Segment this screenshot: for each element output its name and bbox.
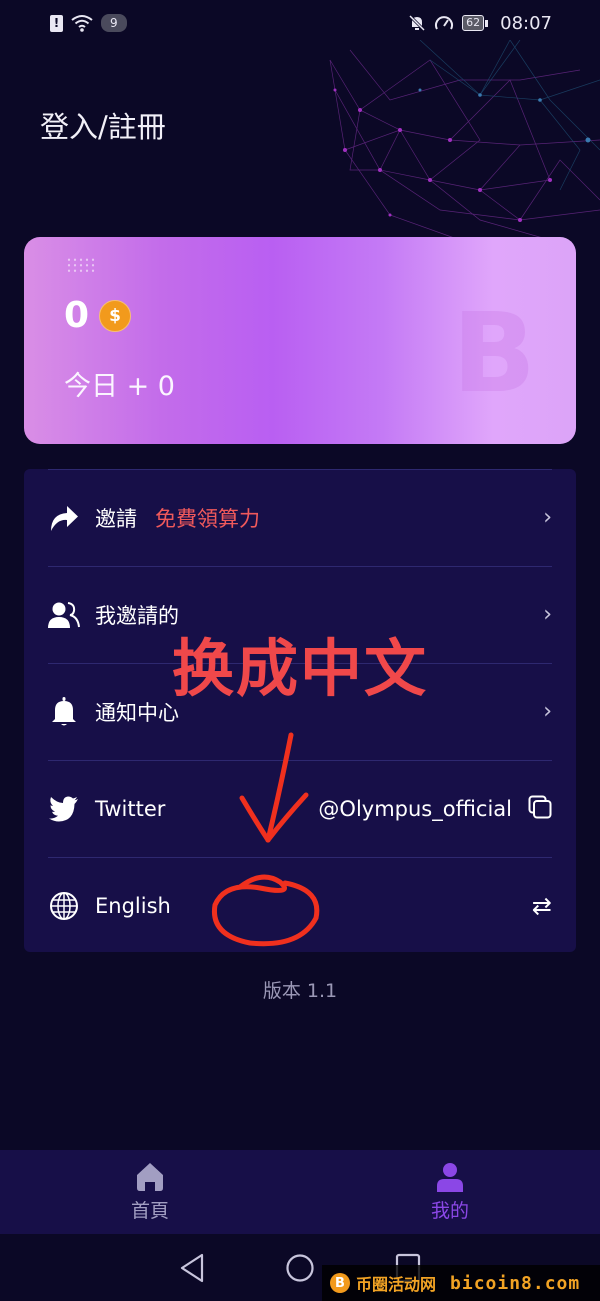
current-language: English bbox=[95, 893, 171, 918]
watermark-site-name: 币圈活动网 bbox=[356, 1275, 437, 1294]
menu-item-label: 邀請 bbox=[95, 506, 137, 531]
menu-item-language[interactable]: English ⇄ bbox=[48, 857, 552, 954]
balance-amount: 0 bbox=[64, 295, 90, 336]
twitter-icon bbox=[48, 793, 80, 825]
tab-home[interactable]: 首頁 bbox=[0, 1150, 300, 1234]
menu-list: 邀請 免費領算力 › 我邀請的 › 通知中心 › Twitter @Olympu… bbox=[24, 469, 576, 952]
version-label: 版本 1.1 bbox=[262, 980, 338, 1002]
menu-item-twitter[interactable]: Twitter @Olympus_official bbox=[48, 760, 552, 857]
menu-item-invite[interactable]: 邀請 免費領算力 › bbox=[48, 469, 552, 566]
login-register-link[interactable]: 登入/註冊 bbox=[40, 104, 166, 146]
twitter-handle: @Olympus_official bbox=[318, 796, 512, 821]
menu-item-label: Twitter bbox=[95, 796, 166, 821]
battery-indicator: 62 bbox=[462, 15, 489, 31]
network-globe-decoration bbox=[329, 40, 600, 241]
copy-icon[interactable] bbox=[528, 795, 552, 823]
chevron-right-icon: › bbox=[543, 699, 552, 724]
watermark-url: bicoin8.com bbox=[450, 1272, 581, 1294]
tab-home-label: 首頁 bbox=[130, 1199, 169, 1222]
bitcoin-watermark-icon: B bbox=[452, 289, 536, 417]
bitcoin-logo-icon: B bbox=[330, 1273, 350, 1293]
coin-icon: $ bbox=[99, 299, 132, 332]
bottom-nav: 首頁 我的 bbox=[0, 1150, 600, 1234]
share-icon bbox=[48, 502, 80, 534]
users-icon bbox=[48, 599, 80, 631]
today-earnings: 今日 + 0 bbox=[64, 371, 175, 402]
sim-alert-icon: ! bbox=[50, 14, 63, 32]
promo-text: 免費領算力 bbox=[155, 506, 260, 531]
clock: 08:07 bbox=[500, 12, 552, 34]
wifi-icon bbox=[71, 15, 93, 32]
tab-mine-label: 我的 bbox=[430, 1199, 469, 1222]
globe-icon bbox=[48, 890, 80, 922]
user-icon bbox=[437, 1162, 463, 1192]
menu-item-notifications[interactable]: 通知中心 › bbox=[48, 663, 552, 760]
balance-card: B 0 $ 今日 + 0 bbox=[24, 237, 576, 444]
menu-item-label: 我邀請的 bbox=[95, 603, 179, 628]
menu-item-my-invites[interactable]: 我邀請的 › bbox=[48, 566, 552, 663]
bell-icon bbox=[48, 696, 80, 728]
back-icon[interactable] bbox=[179, 1253, 205, 1283]
notification-count-badge: 9 bbox=[101, 14, 127, 32]
site-watermark: B 币圈活动网 bicoin8.com bbox=[322, 1265, 600, 1301]
menu-item-label: 通知中心 bbox=[95, 700, 179, 725]
home-icon bbox=[137, 1162, 163, 1191]
chevron-right-icon: › bbox=[543, 602, 552, 627]
speedometer-icon bbox=[435, 16, 454, 30]
mute-bell-icon bbox=[409, 14, 426, 32]
swap-icon[interactable]: ⇄ bbox=[532, 892, 552, 920]
chevron-right-icon: › bbox=[543, 505, 552, 530]
tab-mine[interactable]: 我的 bbox=[300, 1150, 600, 1234]
dots-decoration bbox=[66, 257, 96, 273]
status-bar: ! 9 62 08:07 bbox=[0, 0, 600, 46]
home-circle-icon[interactable] bbox=[285, 1253, 315, 1283]
